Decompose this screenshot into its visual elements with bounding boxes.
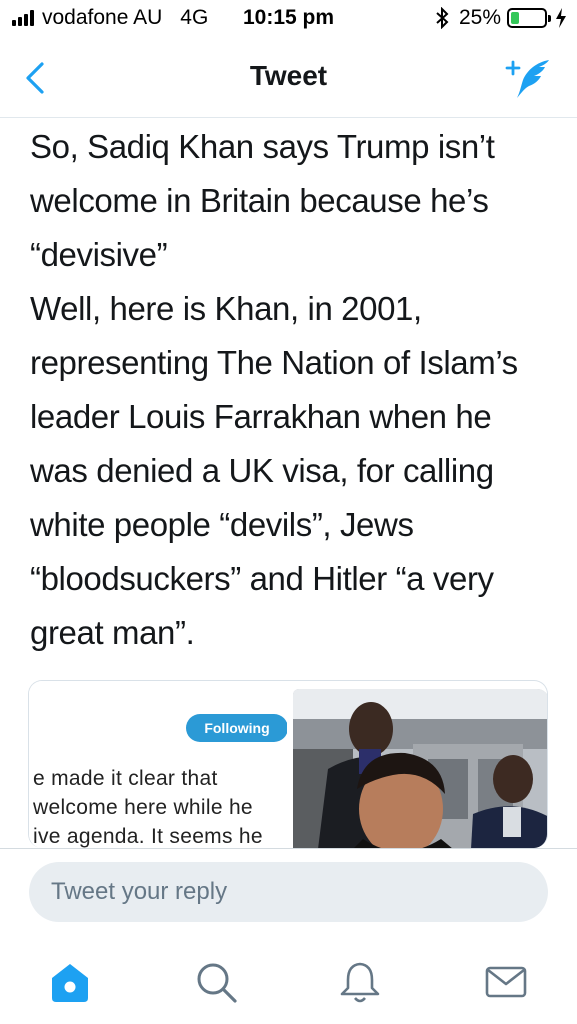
quoted-text-line: e made it clear that [33, 767, 218, 790]
reply-input[interactable]: Tweet your reply [29, 862, 548, 922]
quoted-text-line: ive agenda. It seems he [33, 825, 263, 848]
quoted-media-card[interactable]: Following e made it clear that welcome h… [28, 680, 548, 848]
status-right: 25% [435, 6, 567, 30]
notifications-bell-icon[interactable] [338, 960, 382, 1004]
quoted-text: e made it clear that welcome here while … [33, 764, 287, 848]
quoted-screenshot: Following e made it clear that welcome h… [29, 681, 287, 848]
news-photo[interactable] [293, 689, 548, 848]
navigation-bar: Tweet [0, 38, 577, 118]
tweet-text: So, Sadiq Khan says Trump isn’t welcome … [30, 128, 518, 651]
following-badge: Following [186, 714, 287, 742]
battery-level-fill [511, 12, 519, 24]
status-bar: vodafone AU 4G 10:15 pm 25% [0, 0, 577, 38]
search-icon[interactable] [194, 960, 238, 1004]
quoted-text-line: welcome here while he [33, 796, 253, 819]
page-title: Tweet [249, 60, 328, 91]
reply-placeholder: Tweet your reply [51, 878, 228, 905]
divider [0, 848, 577, 849]
battery-icon [507, 8, 551, 28]
tab-bar [0, 940, 577, 1024]
compose-tweet-button[interactable] [505, 56, 553, 100]
charging-icon [556, 8, 566, 28]
messages-mail-icon[interactable] [484, 960, 528, 1004]
bluetooth-icon [436, 7, 449, 29]
home-icon[interactable] [48, 960, 92, 1004]
battery-percent: 25% [458, 6, 501, 29]
